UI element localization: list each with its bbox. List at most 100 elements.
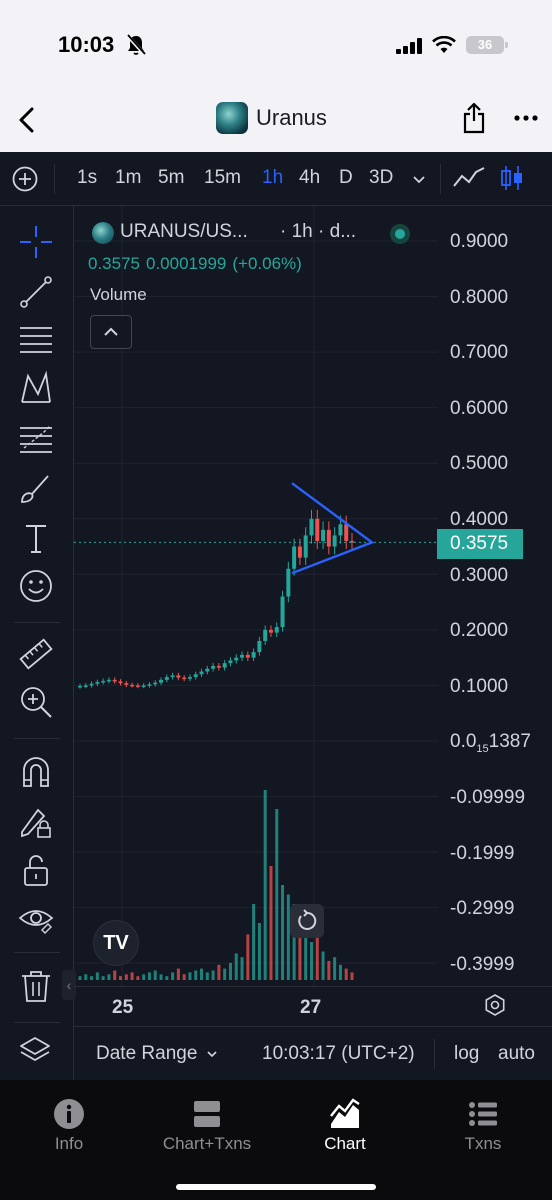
volume-bar bbox=[194, 970, 198, 980]
candle-body bbox=[95, 682, 100, 684]
share-icon[interactable] bbox=[462, 102, 486, 134]
tradingview-logo[interactable]: TV bbox=[93, 920, 139, 966]
tab-txns-label: Txns bbox=[464, 1134, 502, 1153]
timeframe-5m[interactable]: 5m bbox=[158, 167, 184, 189]
chevron-down-icon[interactable] bbox=[412, 172, 426, 186]
volume-bar bbox=[281, 885, 285, 980]
time-tick: 27 bbox=[300, 997, 322, 1018]
volume-bar bbox=[321, 951, 325, 980]
toolbar-divider bbox=[440, 164, 441, 194]
timeframe-3d[interactable]: 3D bbox=[369, 167, 393, 189]
candle-body bbox=[268, 629, 273, 633]
timeframe-4h[interactable]: 4h bbox=[299, 167, 320, 189]
price-tick: 0.8000 bbox=[450, 287, 509, 308]
timeframe-15m[interactable]: 15m bbox=[204, 167, 241, 189]
candle-body bbox=[315, 518, 320, 541]
tab-chart-txns[interactable]: Chart+Txns bbox=[138, 1080, 276, 1170]
candle-body bbox=[89, 683, 94, 686]
volume-bar bbox=[176, 968, 180, 980]
pattern-tool-icon[interactable] bbox=[18, 370, 54, 406]
brush-icon[interactable] bbox=[18, 470, 54, 506]
volume-bar bbox=[147, 972, 151, 980]
volume-bar bbox=[263, 790, 267, 980]
volume-bar bbox=[90, 976, 94, 980]
tab-info-label: Info bbox=[54, 1134, 84, 1153]
tab-chart[interactable]: Chart bbox=[276, 1080, 414, 1170]
volume-bar bbox=[95, 972, 99, 980]
fib-tool-icon[interactable] bbox=[18, 420, 54, 456]
candle-body bbox=[216, 665, 221, 668]
trend-line-icon[interactable] bbox=[18, 274, 54, 310]
timeframe-1s[interactable]: 1s bbox=[77, 167, 97, 189]
magnet-icon[interactable] bbox=[18, 754, 54, 790]
reset-icon bbox=[298, 909, 317, 930]
lock-drawings-icon[interactable] bbox=[18, 804, 54, 840]
candle-body bbox=[182, 677, 187, 680]
legend-volume-label: Volume bbox=[90, 285, 147, 304]
text-tool-icon[interactable] bbox=[18, 520, 54, 556]
price-tick-zeros: 15 bbox=[476, 742, 489, 755]
candle-body bbox=[159, 679, 164, 683]
chevron-down-icon bbox=[207, 1051, 217, 1058]
price-tick: 0.2000 bbox=[450, 620, 509, 641]
volume-bar bbox=[200, 968, 204, 980]
auto-scale-toggle[interactable]: auto bbox=[498, 1043, 535, 1065]
tools-divider bbox=[14, 1022, 60, 1023]
candle-body bbox=[124, 683, 129, 685]
bell-muted-icon bbox=[126, 34, 146, 56]
page-title-group: Uranus bbox=[216, 100, 327, 136]
reset-chart-button[interactable] bbox=[290, 904, 324, 938]
trash-icon[interactable] bbox=[18, 968, 54, 1004]
more-icon[interactable] bbox=[514, 114, 538, 122]
ruler-icon[interactable] bbox=[18, 636, 54, 672]
status-bar: 10:03 36 bbox=[0, 0, 552, 90]
volume-bar bbox=[234, 953, 238, 980]
token-logo bbox=[216, 102, 248, 134]
triangle-pattern bbox=[291, 482, 375, 575]
volume-bar bbox=[344, 968, 348, 980]
volume-bar bbox=[153, 970, 157, 980]
legend-collapse-button[interactable] bbox=[90, 315, 132, 349]
toolbar-divider bbox=[54, 164, 55, 194]
volume-bar bbox=[257, 923, 261, 980]
legend-symbol[interactable]: URANUS/US... bbox=[120, 221, 248, 243]
crosshair-icon[interactable] bbox=[18, 224, 54, 260]
visibility-icon[interactable] bbox=[18, 900, 54, 936]
tab-info[interactable]: Info bbox=[0, 1080, 138, 1170]
back-chevron-icon[interactable] bbox=[16, 106, 40, 134]
line-chart-type-icon[interactable] bbox=[452, 166, 486, 190]
volume-bar bbox=[246, 934, 250, 980]
volume-bar bbox=[269, 866, 273, 980]
volume-bar bbox=[84, 974, 88, 980]
settings-icon[interactable] bbox=[484, 994, 506, 1016]
volume-bar bbox=[275, 809, 279, 980]
date-range-button[interactable]: Date Range bbox=[96, 1043, 197, 1065]
candle-body bbox=[199, 671, 204, 675]
chart-clock[interactable]: 10:03:17 (UTC+2) bbox=[262, 1043, 415, 1065]
zoom-in-icon[interactable] bbox=[18, 684, 54, 720]
volume-bar bbox=[119, 976, 123, 980]
cell-signal-icon bbox=[396, 38, 422, 54]
emoji-icon[interactable] bbox=[18, 568, 54, 604]
volume-bar bbox=[107, 974, 111, 980]
candlestick-type-icon[interactable] bbox=[500, 164, 524, 192]
price-tick-prefix: 0.0 bbox=[450, 731, 477, 752]
volume-bar bbox=[171, 972, 175, 980]
volume-bar bbox=[217, 964, 221, 980]
unlock-icon[interactable] bbox=[18, 852, 54, 888]
log-scale-toggle[interactable]: log bbox=[454, 1043, 479, 1065]
candle-body bbox=[309, 518, 314, 536]
candle-body bbox=[321, 529, 326, 541]
timeframe-1m[interactable]: 1m bbox=[115, 167, 141, 189]
horizontal-lines-icon[interactable] bbox=[18, 322, 54, 358]
candle-body bbox=[257, 640, 262, 653]
tab-txns[interactable]: Txns bbox=[414, 1080, 552, 1170]
time-axis[interactable]: 25 27 bbox=[74, 986, 552, 1026]
timeframe-1h[interactable]: 1h bbox=[262, 167, 283, 189]
candle-body bbox=[251, 652, 256, 658]
add-indicator-icon[interactable] bbox=[12, 166, 38, 192]
candle-body bbox=[187, 677, 192, 679]
object-tree-icon[interactable] bbox=[18, 1034, 52, 1068]
timeframe-d[interactable]: D bbox=[339, 167, 353, 189]
candle-body bbox=[263, 629, 268, 641]
